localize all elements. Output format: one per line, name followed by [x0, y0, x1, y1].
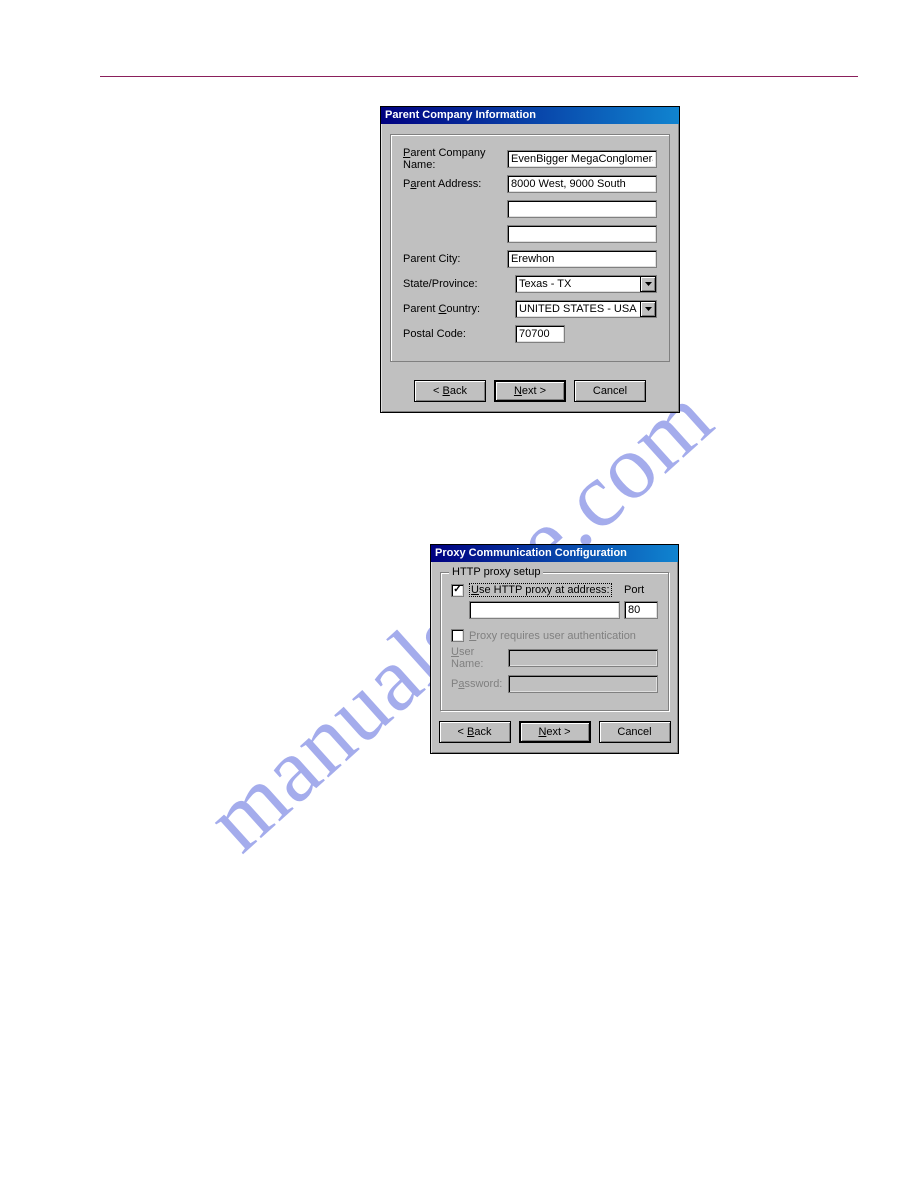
state-label: State/Province: [403, 278, 515, 290]
use-proxy-label[interactable]: Use HTTP proxy at address: [469, 583, 612, 597]
next-button[interactable]: Next > [494, 380, 566, 402]
city-label: Parent City: [403, 253, 507, 265]
http-proxy-group: HTTP proxy setup Use HTTP proxy at addre… [440, 572, 669, 711]
dropdown-icon [640, 301, 656, 317]
back-button[interactable]: < Back [414, 380, 486, 402]
country-value: UNITED STATES - USA [519, 303, 637, 315]
postal-label: Postal Code: [403, 328, 515, 340]
dialog-title: Proxy Communication Configuration [431, 545, 678, 562]
postal-input[interactable] [515, 325, 565, 343]
cancel-button[interactable]: Cancel [599, 721, 671, 743]
password-label: Password: [451, 678, 502, 690]
address3-input[interactable] [507, 225, 657, 243]
username-label: User Name: [451, 646, 502, 670]
state-select[interactable]: Texas - TX [515, 275, 657, 293]
auth-required-checkbox[interactable] [451, 629, 464, 642]
header-rule [100, 76, 858, 77]
dialog-title: Parent Company Information [381, 107, 679, 124]
country-select[interactable]: UNITED STATES - USA [515, 300, 657, 318]
port-label: Port [624, 584, 658, 596]
next-button[interactable]: Next > [519, 721, 591, 743]
form-panel: Parent Company Name: Parent Address: Par… [390, 134, 670, 362]
proxy-config-dialog: Proxy Communication Configuration HTTP p… [430, 544, 679, 754]
proxy-port-input[interactable] [624, 601, 658, 619]
city-input[interactable] [507, 250, 657, 268]
address-label: Parent Address: [403, 178, 507, 190]
button-row: < Back Next > Cancel [431, 711, 678, 753]
address2-input[interactable] [507, 200, 657, 218]
company-name-label: Parent Company Name: [403, 147, 507, 171]
username-input [508, 649, 658, 667]
country-label: Parent Country: [403, 303, 515, 315]
use-proxy-checkbox[interactable] [451, 584, 464, 597]
state-value: Texas - TX [519, 278, 571, 290]
back-button[interactable]: < Back [439, 721, 511, 743]
group-title: HTTP proxy setup [449, 566, 543, 578]
parent-company-dialog: Parent Company Information Parent Compan… [380, 106, 680, 413]
proxy-address-input[interactable] [469, 601, 620, 619]
button-row: < Back Next > Cancel [381, 370, 679, 412]
address1-input[interactable] [507, 175, 657, 193]
dropdown-icon [640, 276, 656, 292]
cancel-button[interactable]: Cancel [574, 380, 646, 402]
company-name-input[interactable] [507, 150, 657, 168]
password-input [508, 675, 658, 693]
auth-required-label[interactable]: Proxy requires user authentication [469, 630, 636, 642]
